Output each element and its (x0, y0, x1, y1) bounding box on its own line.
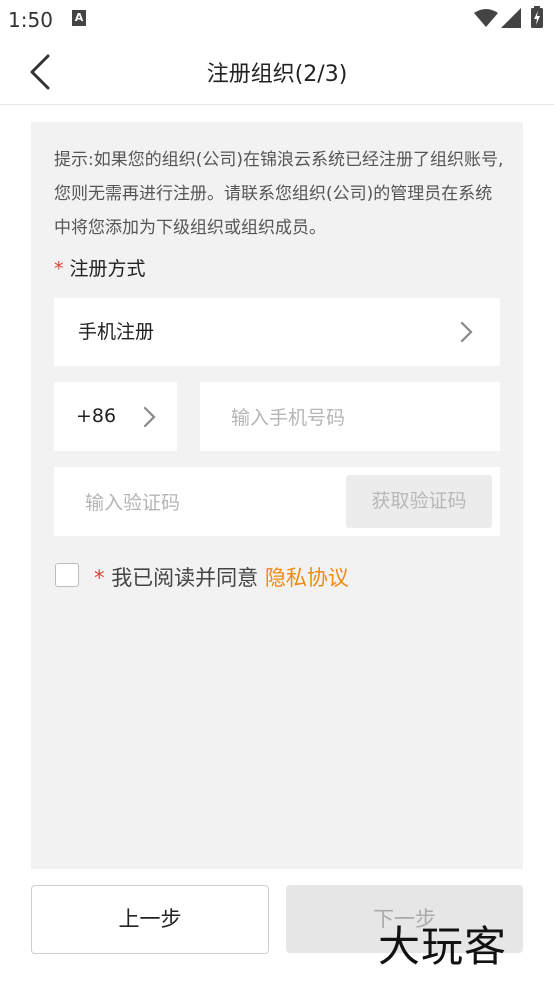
status-time: 1:50 (8, 8, 53, 32)
tip-text: 提示:如果您的组织(公司)在锦浪云系统已经注册了组织账号,您则无需再进行注册。请… (54, 150, 504, 238)
agreement-checkbox[interactable] (55, 563, 79, 587)
registration-method-label: * 注册方式 (54, 254, 146, 281)
phone-input[interactable] (229, 382, 493, 453)
page-title: 注册组织(2/3) (206, 62, 348, 87)
wifi-icon (474, 9, 498, 27)
notification-icon: A (72, 10, 86, 26)
registration-method-select[interactable]: 手机注册 (54, 298, 500, 366)
watermark-text: 大玩客 (378, 922, 508, 971)
chevron-right-icon (143, 406, 156, 428)
agreement-label: 我已阅读并同意 (111, 566, 259, 590)
country-code-selector[interactable]: +86 (54, 382, 177, 451)
chevron-right-icon (460, 321, 473, 343)
privacy-policy-link[interactable]: 隐私协议 (265, 566, 349, 590)
required-mark: * (54, 258, 64, 280)
agreement-text: * 我已阅读并同意 隐私协议 (94, 562, 349, 592)
signal-icon (501, 8, 521, 28)
country-code-value: +86 (76, 405, 117, 427)
required-mark: * (94, 566, 105, 590)
phone-field (200, 382, 500, 453)
verification-code-input[interactable] (83, 467, 357, 538)
get-code-button[interactable]: 获取验证码 (346, 475, 492, 528)
battery-icon (531, 6, 543, 28)
registration-method-value: 手机注册 (78, 321, 155, 343)
registration-label-text: 注册方式 (69, 258, 146, 280)
previous-step-button[interactable]: 上一步 (31, 885, 269, 954)
header-divider (0, 104, 554, 105)
